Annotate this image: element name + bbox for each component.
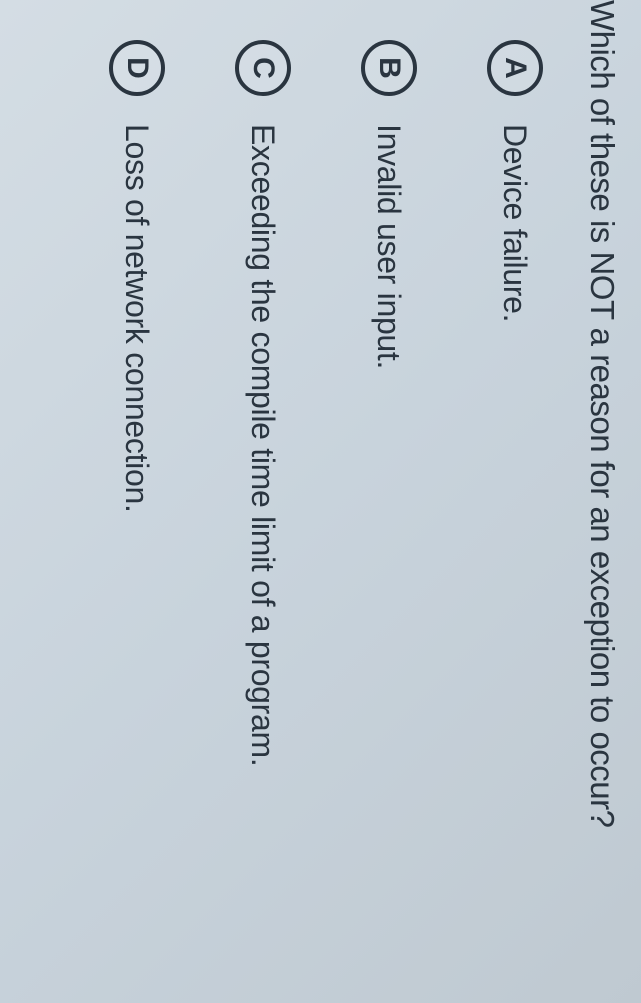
quiz-content: Which of these is NOT a reason for an ex… <box>0 0 641 1003</box>
option-circle-a: A <box>487 40 543 96</box>
option-circle-c: C <box>235 40 291 96</box>
option-circle-d: D <box>109 40 165 96</box>
option-text-c: Exceeding the compile time limit of a pr… <box>245 124 282 766</box>
option-letter-b: B <box>372 57 406 79</box>
option-letter-c: C <box>246 57 280 79</box>
option-text-a: Device failure. <box>497 124 534 322</box>
option-text-d: Loss of network connection. <box>119 124 156 513</box>
option-circle-b: B <box>361 40 417 96</box>
option-d[interactable]: D Loss of network connection. <box>109 0 165 1003</box>
question-text: Which of these is NOT a reason for an ex… <box>583 0 621 1003</box>
option-a[interactable]: A Device failure. <box>487 0 543 1003</box>
option-b[interactable]: B Invalid user input. <box>361 0 417 1003</box>
option-letter-a: A <box>498 57 532 79</box>
option-text-b: Invalid user input. <box>371 124 408 369</box>
option-letter-d: D <box>120 57 154 79</box>
option-c[interactable]: C Exceeding the compile time limit of a … <box>235 0 291 1003</box>
